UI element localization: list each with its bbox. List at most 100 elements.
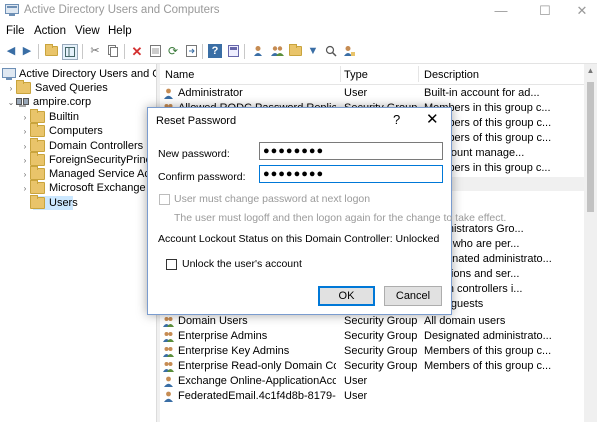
column-divider[interactable] (418, 66, 419, 82)
new-password-label: New password: (158, 148, 230, 160)
tree-item-domain-controllers[interactable]: › Domain Controllers (20, 138, 144, 153)
tree-item-users[interactable]: Users (20, 195, 78, 210)
cancel-button[interactable]: Cancel (384, 286, 442, 306)
expand-arrow-icon[interactable]: › (20, 156, 30, 165)
maximize-button[interactable]: ☐ (530, 0, 560, 21)
help-button[interactable]: ? (393, 112, 400, 127)
scrollbar-thumb[interactable] (587, 82, 594, 212)
folder-icon (30, 180, 45, 194)
logoff-note: The user must logoff and then logon agai… (174, 212, 507, 224)
tree-item-foreign-security-principals[interactable]: › ForeignSecurityPrincipa (20, 152, 156, 167)
expand-arrow-icon[interactable]: › (6, 84, 16, 93)
tree-item-label: Domain Controllers (49, 140, 144, 152)
row-name: FederatedEmail.4c1f4d8b-8179-4148... (178, 390, 336, 402)
row-name: Enterprise Admins (178, 330, 268, 342)
tree-item-computers[interactable]: › Computers (20, 123, 103, 138)
list-header: Name Type Description (160, 64, 597, 85)
up-folder-icon[interactable] (44, 44, 58, 58)
delete-icon[interactable]: ✕ (130, 44, 144, 58)
new-ou-icon[interactable] (288, 44, 302, 58)
row-name: Administrator (178, 87, 243, 99)
dialog-title: Reset Password (156, 115, 237, 127)
refresh-icon[interactable]: ⟳ (166, 44, 180, 58)
collapse-arrow-icon[interactable]: ⌄ (6, 98, 16, 107)
toolbar-separator (244, 44, 245, 59)
group-icon (163, 332, 174, 342)
folder-icon (30, 166, 45, 180)
row-name: Enterprise Read-only Domain Contr... (178, 360, 336, 372)
scroll-up-arrow-icon[interactable]: ▲ (584, 66, 597, 78)
row-name: Exchange Online-ApplicationAccount (178, 375, 336, 387)
tree-item-label: Active Directory Users and Com (19, 68, 156, 80)
list-row[interactable]: Enterprise Admins Security Group... Desi… (160, 329, 584, 344)
reset-password-dialog: Reset Password ? ✕ New password: ●●●●●●●… (147, 107, 506, 315)
expand-arrow-icon[interactable]: › (20, 113, 30, 122)
tree-item-managed-service-accounts[interactable]: › Managed Service Accou (20, 166, 156, 181)
row-name: Enterprise Key Admins (178, 345, 290, 357)
copy-icon[interactable] (106, 44, 120, 58)
menu-action[interactable]: Action (34, 25, 66, 37)
tree-item-label: Computers (49, 125, 103, 137)
column-header-description[interactable]: Description (424, 69, 479, 81)
new-group-icon[interactable] (270, 44, 284, 58)
folder-icon (30, 123, 45, 137)
menu-file[interactable]: File (6, 25, 25, 37)
row-description: Built-in account for ad... (424, 87, 540, 99)
expand-arrow-icon[interactable]: › (20, 142, 30, 151)
new-password-field[interactable]: ●●●●●●●● (259, 142, 443, 160)
list-row[interactable]: Administrator User Built-in account for … (160, 86, 584, 101)
export-list-icon[interactable] (184, 44, 198, 58)
tree-item-microsoft-exchange-security[interactable]: › Microsoft Exchange Sec (20, 180, 156, 195)
expand-arrow-icon[interactable]: › (20, 127, 30, 136)
list-row[interactable]: Exchange Online-ApplicationAccount User (160, 374, 584, 389)
column-header-name[interactable]: Name (165, 69, 194, 81)
column-divider[interactable] (340, 66, 341, 82)
ok-button[interactable]: OK (318, 286, 375, 306)
tree-item-label: Builtin (49, 111, 79, 123)
minimize-button[interactable]: — (486, 0, 516, 21)
menu-view[interactable]: View (75, 25, 100, 37)
tree-item-label: Users (49, 197, 78, 209)
confirm-password-field[interactable]: ●●●●●●●● (259, 165, 443, 183)
delegate-icon[interactable] (342, 44, 356, 58)
cut-icon[interactable]: ✂ (88, 44, 102, 58)
menu-help[interactable]: Help (108, 25, 132, 37)
toolbar-separator (38, 44, 39, 59)
help-icon[interactable]: ? (208, 44, 222, 58)
user-icon (164, 391, 173, 402)
tree-item-label: Microsoft Exchange Sec (49, 182, 156, 194)
must-change-password-label: User must change password at next logon (174, 193, 371, 205)
lockout-status: Account Lockout Status on this Domain Co… (158, 233, 440, 245)
find-icon[interactable] (324, 44, 338, 58)
list-row[interactable]: Enterprise Read-only Domain Contr... Sec… (160, 359, 584, 374)
filter-icon[interactable]: ▼ (306, 44, 320, 58)
aduc-app-icon (5, 4, 19, 16)
forward-arrow-icon[interactable]: ▶ (20, 44, 34, 58)
toolbar-separator (202, 44, 203, 59)
tree-item-domain[interactable]: ⌄ ampire.corp (6, 95, 91, 109)
column-header-type[interactable]: Type (344, 69, 368, 81)
menu-bar: File Action View Help (0, 21, 597, 41)
dialog-close-button[interactable]: ✕ (426, 110, 439, 128)
expand-arrow-icon[interactable]: › (20, 184, 30, 193)
row-description: Members of this group c... (424, 360, 552, 372)
list-row[interactable]: Enterprise Key Admins Security Group... … (160, 344, 584, 359)
list-row[interactable]: FederatedEmail.4c1f4d8b-8179-4148... Use… (160, 389, 584, 404)
tree-item-saved-queries[interactable]: › Saved Queries (6, 80, 108, 95)
expand-arrow-icon[interactable]: › (20, 170, 30, 179)
tree-item-builtin[interactable]: › Builtin (20, 109, 79, 124)
tree-item-root[interactable]: Active Directory Users and Com (2, 67, 156, 81)
properties-view-icon[interactable] (226, 44, 240, 58)
close-window-button[interactable]: ✕ (567, 0, 597, 21)
show-tree-icon[interactable] (62, 44, 78, 60)
folder-icon (30, 195, 45, 209)
back-arrow-icon[interactable]: ◀ (4, 44, 18, 58)
toolbar-separator (82, 44, 83, 59)
must-change-password-checkbox[interactable] (159, 194, 170, 205)
folder-icon (30, 109, 45, 123)
new-user-icon[interactable] (252, 44, 266, 58)
unlock-account-checkbox[interactable] (166, 259, 177, 270)
title-bar: Active Directory Users and Computers — ☐… (0, 0, 597, 21)
properties-icon[interactable] (148, 44, 162, 58)
list-row[interactable]: Domain Users Security Group... All domai… (160, 314, 584, 329)
